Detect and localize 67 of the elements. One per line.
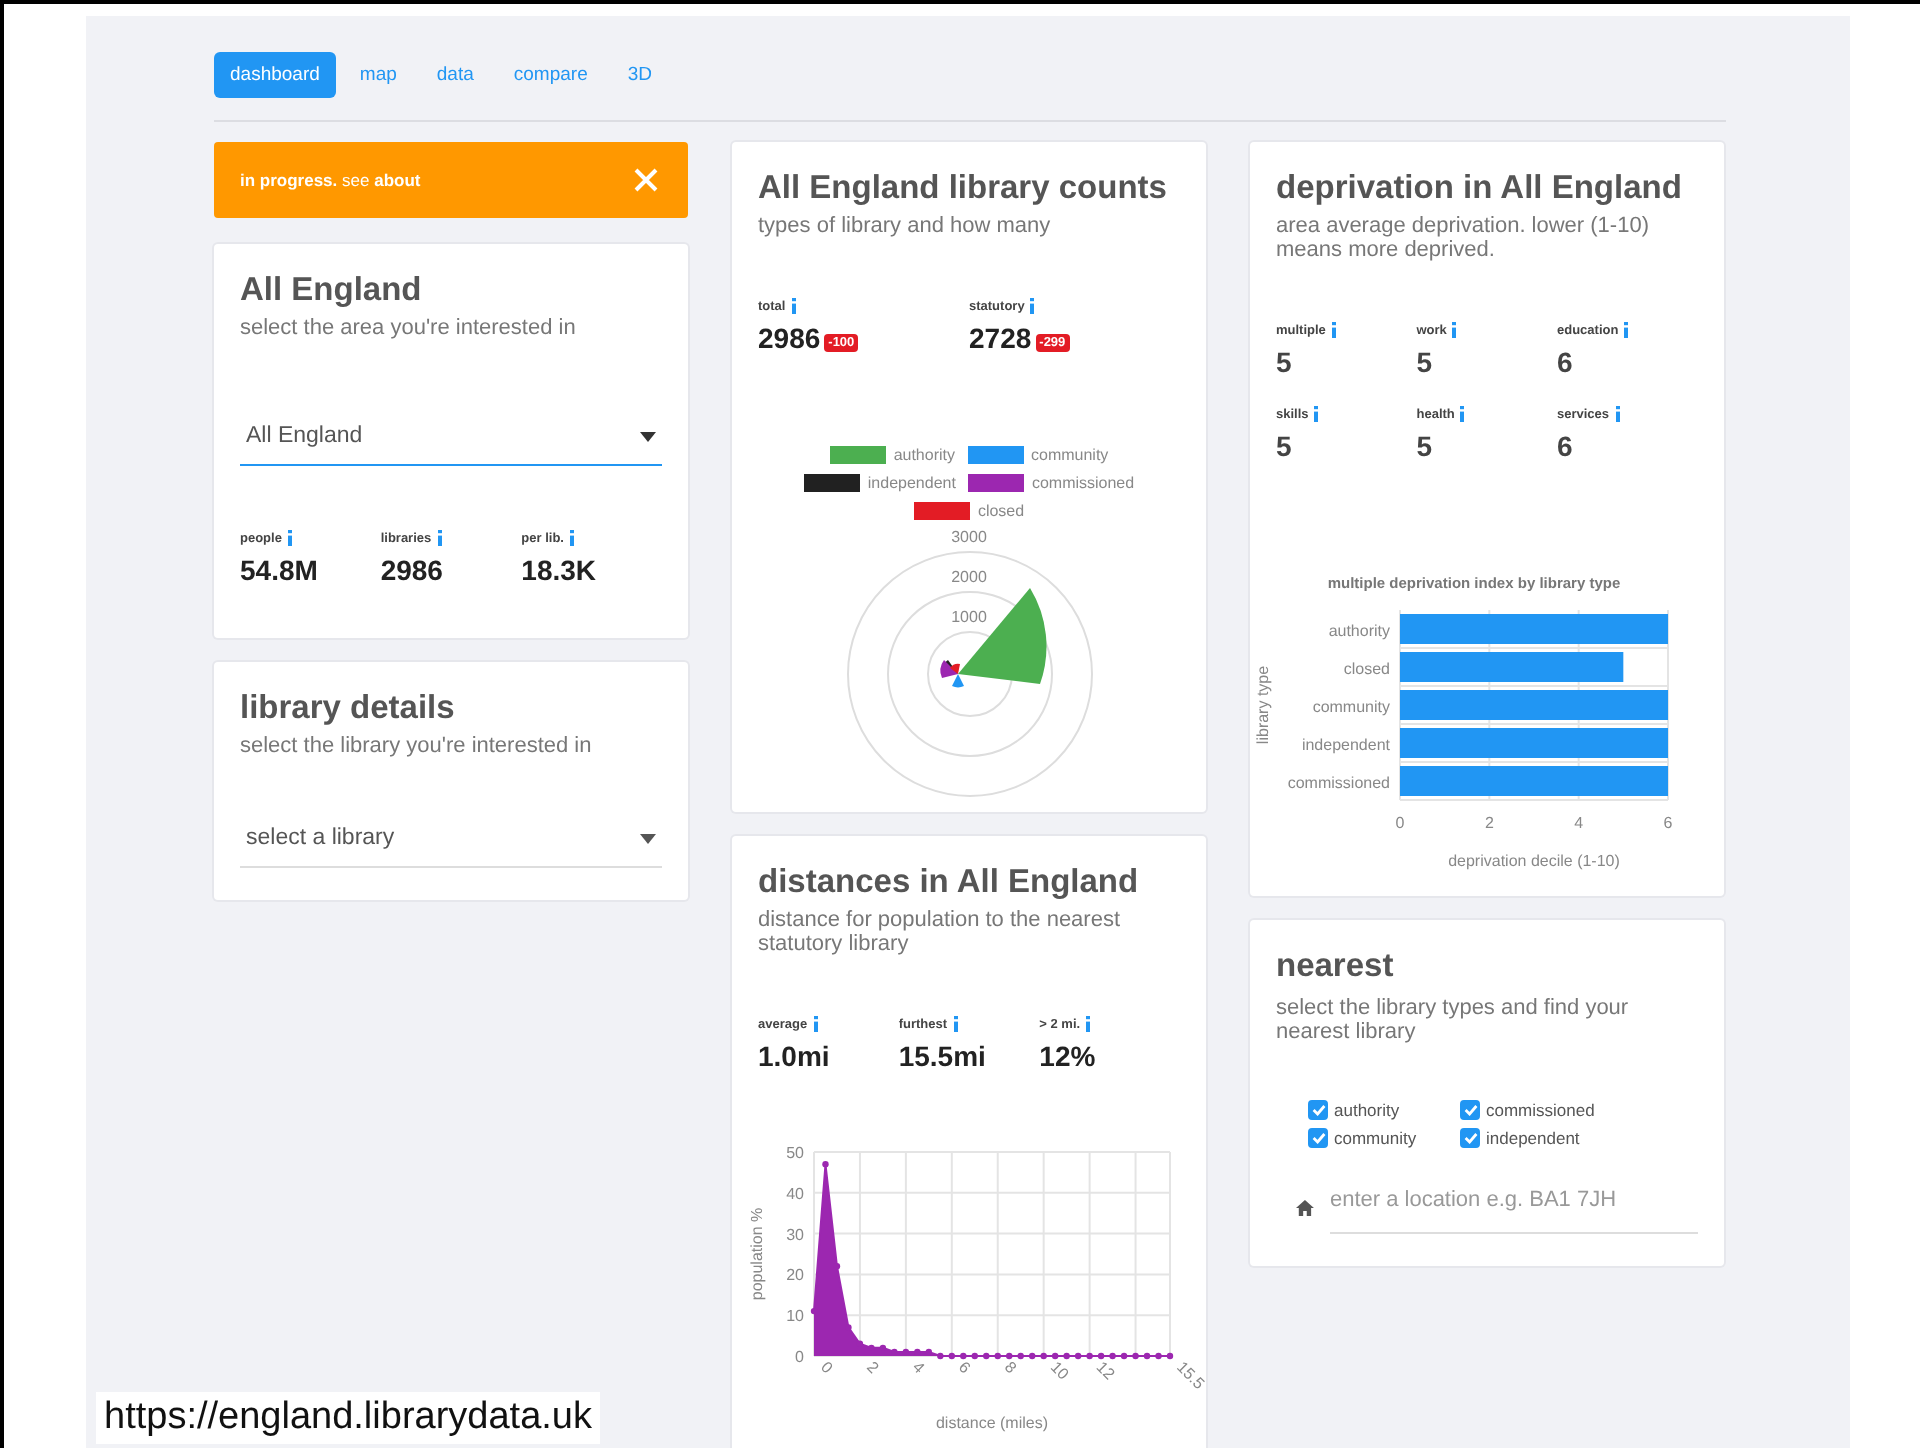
stat-value: 2986 xyxy=(758,322,821,355)
axis-tick-label: 6 xyxy=(1663,814,1673,833)
stat-value: 18.3K xyxy=(521,554,599,587)
axis-tick-label: 10 xyxy=(1046,1358,1073,1384)
legend-label: commissioned xyxy=(1031,474,1135,493)
axis-title: deprivation decile (1-10) xyxy=(1448,852,1620,871)
legend-label: closed xyxy=(977,502,1025,521)
stat-value: 6 xyxy=(1557,346,1575,379)
stat-value: 2728 xyxy=(969,322,1032,355)
card-title: distances in All England xyxy=(758,864,1141,903)
stat-value: 5 xyxy=(1416,430,1435,463)
axis-tick-label: 12 xyxy=(1092,1358,1119,1384)
legend-label: community xyxy=(1031,446,1109,465)
axis-tick-label: community xyxy=(1312,698,1390,717)
axis-tick-label: 3000 xyxy=(949,528,989,547)
axis-tick-label: 30 xyxy=(786,1226,804,1245)
axis-tick-label: 0 xyxy=(817,1358,837,1378)
stat-value: 2986 xyxy=(380,554,445,587)
stat-value: 15.5mi xyxy=(898,1040,988,1073)
card-title: nearest xyxy=(1276,948,1396,987)
card-subtitle: select the area you're interested in xyxy=(240,316,578,341)
axis-title: population % xyxy=(748,1208,766,1301)
axis-tick-label: 15.5 xyxy=(1173,1358,1208,1394)
axis-tick-label: independent xyxy=(1301,736,1390,755)
stat-value: 54.8M xyxy=(240,554,320,587)
axis-title: distance (miles) xyxy=(936,1414,1048,1433)
axis-tick-label: 4 xyxy=(1574,814,1584,833)
axis-tick-label: closed xyxy=(1343,660,1390,679)
card-title: All England xyxy=(240,272,424,310)
card-subtitle: select the library you're interested in xyxy=(240,734,594,759)
legend-label: authority xyxy=(893,446,955,465)
url-caption: https://england.librarydata.uk xyxy=(96,1392,600,1444)
axis-tick-label: authority xyxy=(1328,622,1390,641)
axis-tick-label: 40 xyxy=(786,1185,804,1204)
stat-value: 5 xyxy=(1276,430,1294,463)
axis-tick-label: 6 xyxy=(955,1358,974,1378)
axis-tick-label: 50 xyxy=(786,1144,804,1163)
checkbox-label: independent xyxy=(1486,1128,1580,1149)
axis-tick-label: 8 xyxy=(1000,1358,1020,1378)
axis-tick-label: commissioned xyxy=(1287,774,1390,793)
card-subtitle: select the library types and find your nearest library xyxy=(1276,996,1631,1045)
checkbox-label: commissioned xyxy=(1486,1100,1595,1121)
axis-tick-label: 0 xyxy=(795,1348,804,1367)
axis-tick-label: 2 xyxy=(1484,814,1494,833)
card-title: All England library counts xyxy=(758,170,1169,208)
axis-tick-label: 2 xyxy=(863,1358,883,1378)
axis-tick-label: 0 xyxy=(1395,814,1405,833)
axis-tick-label: 20 xyxy=(786,1266,804,1285)
stat-value: 1.0mi xyxy=(758,1040,832,1073)
stat-value: 12% xyxy=(1039,1040,1098,1073)
stat-value: 5 xyxy=(1416,346,1435,379)
card-subtitle: distance for population to the nearest statutory library xyxy=(758,908,1123,957)
axis-tick-label: 4 xyxy=(909,1358,929,1378)
card-title: deprivation in All England xyxy=(1276,170,1684,208)
card-subtitle: area average deprivation. lower (1-10) means more deprived. xyxy=(1276,214,1651,263)
stat-value: 5 xyxy=(1276,346,1294,379)
card-subtitle: types of library and how many xyxy=(758,214,1053,239)
axis-title: library type xyxy=(1254,666,1272,745)
checkbox-label: community xyxy=(1334,1128,1417,1149)
alert-text: in progress. see about xyxy=(240,170,421,190)
axis-tick-label: 10 xyxy=(786,1307,804,1326)
axis-tick-label: 2000 xyxy=(949,568,989,587)
stat-value: 6 xyxy=(1557,430,1575,463)
card-title: library details xyxy=(240,690,457,729)
legend-label: independent xyxy=(867,474,956,493)
checkbox-label: authority xyxy=(1334,1100,1400,1121)
axis-tick-label: 1000 xyxy=(949,608,989,627)
